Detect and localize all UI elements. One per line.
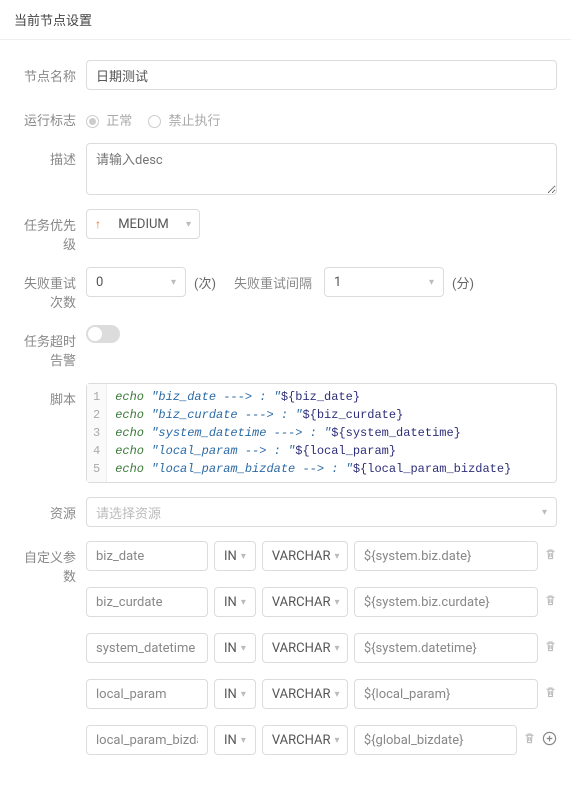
param-delete-button[interactable] <box>523 732 536 749</box>
param-name-input[interactable] <box>86 541 208 571</box>
chevron-down-icon: ▾ <box>334 689 339 700</box>
chevron-down-icon: ▾ <box>241 597 246 608</box>
radio-label: 正常 <box>106 114 132 129</box>
param-type-select[interactable]: VARCHAR▾ <box>262 587 348 617</box>
param-row: IN▾VARCHAR▾ <box>86 725 557 755</box>
param-row: IN▾VARCHAR▾ <box>86 679 557 709</box>
param-dir-select[interactable]: IN ▾ <box>214 541 256 571</box>
param-type-select[interactable]: VARCHAR▾ <box>262 725 348 755</box>
label-script: 脚本 <box>14 383 86 408</box>
retry-interval-unit: (分) <box>452 273 474 292</box>
radio-icon <box>148 115 161 128</box>
chevron-down-icon: ▾ <box>241 735 246 746</box>
param-row: IN▾VARCHAR▾ <box>86 541 557 571</box>
param-type-value: VARCHAR <box>272 595 331 610</box>
page-title: 当前节点设置 <box>0 0 571 40</box>
param-dir-select[interactable]: IN ▾ <box>214 679 256 709</box>
param-dir-select[interactable]: IN ▾ <box>214 587 256 617</box>
radio-icon <box>86 115 99 128</box>
retry-interval-value: 1 <box>334 275 341 290</box>
param-row: IN▾VARCHAR▾ <box>86 587 557 617</box>
resource-placeholder: 请选择资源 <box>96 503 161 522</box>
chevron-down-icon: ▾ <box>334 551 339 562</box>
label-custom-params: 自定义参数 <box>14 541 86 585</box>
param-type-value: VARCHAR <box>272 641 331 656</box>
chevron-down-icon: ▾ <box>171 277 176 288</box>
label-desc: 描述 <box>14 143 86 168</box>
script-gutter: 12345 <box>87 384 107 482</box>
chevron-down-icon: ▾ <box>241 551 246 562</box>
param-delete-button[interactable] <box>544 548 557 565</box>
param-type-select[interactable]: VARCHAR▾ <box>262 679 348 709</box>
label-node-name: 节点名称 <box>14 60 86 85</box>
priority-value: MEDIUM <box>118 217 169 232</box>
label-priority: 任务优先级 <box>14 209 86 253</box>
param-type-value: VARCHAR <box>272 687 331 702</box>
param-value-input[interactable] <box>354 633 538 663</box>
param-dir-value: IN <box>224 549 237 564</box>
param-name-input[interactable] <box>86 679 208 709</box>
label-run-flag: 运行标志 <box>14 104 86 129</box>
param-type-value: VARCHAR <box>272 733 331 748</box>
param-value-input[interactable] <box>354 541 538 571</box>
chevron-down-icon: ▾ <box>186 219 191 230</box>
label-timeout-alarm: 任务超时告警 <box>14 325 86 369</box>
radio-label: 禁止执行 <box>168 114 220 129</box>
param-dir-value: IN <box>224 733 237 748</box>
priority-select[interactable]: ↑ MEDIUM ▾ <box>86 209 200 239</box>
param-name-input[interactable] <box>86 633 208 663</box>
param-dir-select[interactable]: IN ▾ <box>214 725 256 755</box>
chevron-down-icon: ▾ <box>334 597 339 608</box>
param-value-input[interactable] <box>354 725 517 755</box>
param-dir-value: IN <box>224 641 237 656</box>
arrow-up-icon: ↑ <box>95 217 101 231</box>
label-resource: 资源 <box>14 497 86 522</box>
param-type-select[interactable]: VARCHAR▾ <box>262 633 348 663</box>
param-type-value: VARCHAR <box>272 549 331 564</box>
chevron-down-icon: ▾ <box>334 643 339 654</box>
retry-interval-select[interactable]: 1 ▾ <box>324 267 444 297</box>
retry-count-value: 0 <box>96 275 103 290</box>
param-value-input[interactable] <box>354 679 538 709</box>
param-delete-button[interactable] <box>544 686 557 703</box>
param-dir-select[interactable]: IN ▾ <box>214 633 256 663</box>
runflag-normal-radio[interactable]: 正常 <box>86 110 132 129</box>
param-delete-button[interactable] <box>544 594 557 611</box>
runflag-forbid-radio[interactable]: 禁止执行 <box>148 110 220 129</box>
param-name-input[interactable] <box>86 587 208 617</box>
chevron-down-icon: ▾ <box>334 735 339 746</box>
param-value-input[interactable] <box>354 587 538 617</box>
param-dir-value: IN <box>224 687 237 702</box>
label-retry-count: 失败重试次数 <box>14 267 86 311</box>
param-name-input[interactable] <box>86 725 208 755</box>
chevron-down-icon: ▾ <box>429 277 434 288</box>
desc-textarea[interactable] <box>86 143 557 195</box>
chevron-down-icon: ▾ <box>542 507 547 518</box>
param-dir-value: IN <box>224 595 237 610</box>
resource-select[interactable]: 请选择资源 ▾ <box>86 497 557 527</box>
label-retry-interval: 失败重试间隔 <box>234 273 312 292</box>
retry-count-unit: (次) <box>194 273 216 292</box>
param-row: IN▾VARCHAR▾ <box>86 633 557 663</box>
param-add-button[interactable] <box>542 731 557 750</box>
script-content[interactable]: echo "biz_date ---> : "${biz_date}echo "… <box>107 384 519 482</box>
timeout-alarm-toggle[interactable] <box>86 325 120 343</box>
chevron-down-icon: ▾ <box>241 689 246 700</box>
script-editor[interactable]: 12345 echo "biz_date ---> : "${biz_date}… <box>86 383 557 483</box>
param-type-select[interactable]: VARCHAR▾ <box>262 541 348 571</box>
param-delete-button[interactable] <box>544 640 557 657</box>
retry-count-select[interactable]: 0 ▾ <box>86 267 186 297</box>
chevron-down-icon: ▾ <box>241 643 246 654</box>
node-name-input[interactable] <box>86 60 557 90</box>
